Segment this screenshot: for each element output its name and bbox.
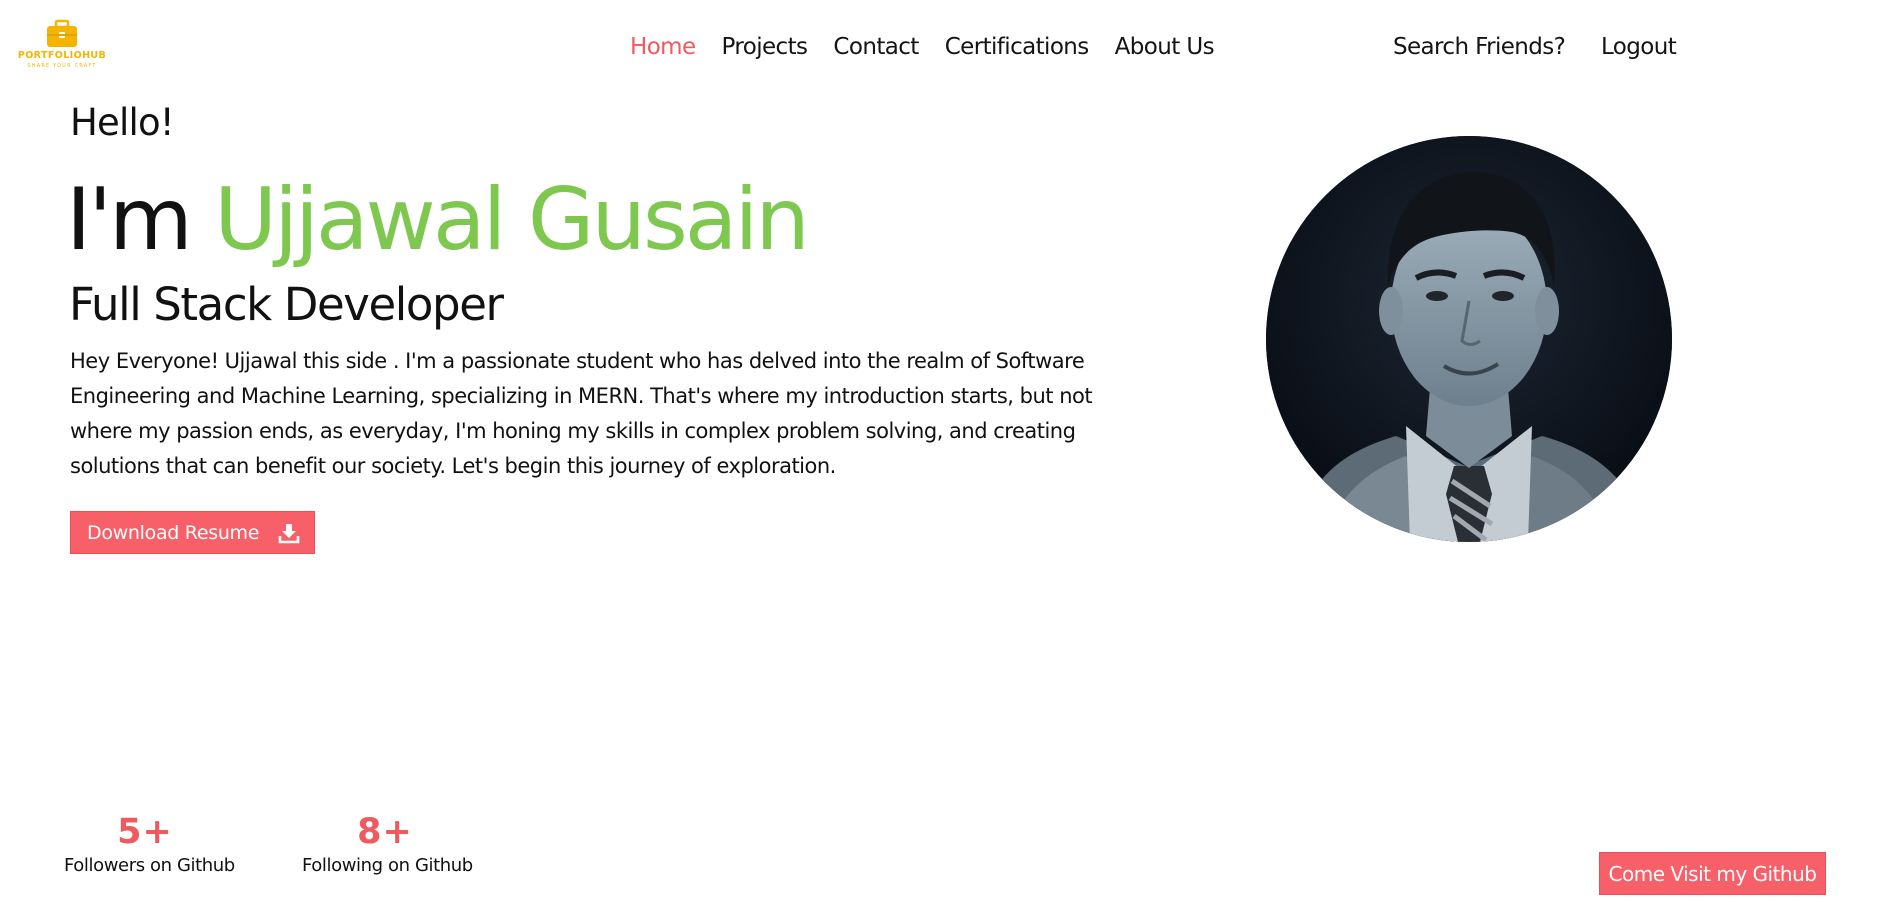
brand-logo[interactable]: PORTFOLIOHUB SHARE YOUR CRAFT [17,19,107,73]
logout-link[interactable]: Logout [1601,32,1677,62]
nav-certifications-link[interactable]: Certifications [945,32,1090,62]
following-label: Following on Github [302,855,473,876]
followers-stat: 5+ Followers on Github [64,812,235,877]
profile-photo-image [1266,136,1672,542]
main-nav: Home Projects Contact Certifications Abo… [630,32,1240,62]
following-count: 8+ [357,812,413,852]
nav-home-link[interactable]: Home [630,32,696,62]
followers-label: Followers on Github [64,855,235,876]
brand-tagline: SHARE YOUR CRAFT [27,63,97,69]
followers-count: 5+ [117,812,173,852]
nav-projects-link[interactable]: Projects [722,32,808,62]
developer-role: Full Stack Developer [69,278,504,331]
following-stat: 8+ Following on Github [302,812,473,877]
visit-github-button[interactable]: Come Visit my Github [1599,852,1826,895]
download-resume-label: Download Resume [87,521,260,544]
nav-about-link[interactable]: About Us [1115,32,1215,62]
briefcase-icon [47,19,77,47]
greeting: Hello! [70,101,175,144]
profile-photo [1266,136,1672,542]
intro-prefix: I'm [66,170,193,270]
nav-contact-link[interactable]: Contact [833,32,919,62]
bio-text: Hey Everyone! Ujjawal this side . I'm a … [70,349,1093,478]
search-friends-link[interactable]: Search Friends? [1393,32,1566,62]
download-resume-button[interactable]: Download Resume [70,511,315,554]
hero-headline: I'm Ujjawal Gusain [66,170,810,270]
developer-name: Ujjawal Gusain [214,170,810,270]
brand-name: PORTFOLIOHUB [17,50,107,61]
download-icon [278,523,300,543]
